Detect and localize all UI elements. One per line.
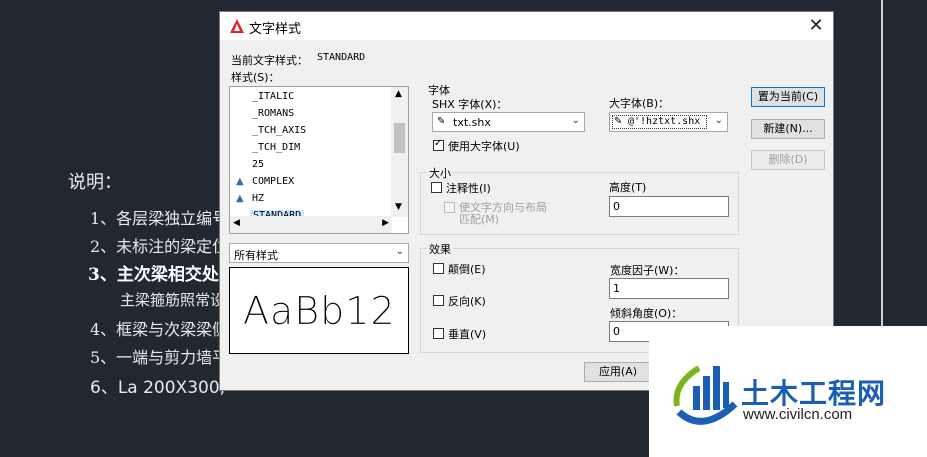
vertical-checkbox[interactable] [433, 328, 444, 339]
shx-font-icon: ✎ [437, 116, 446, 127]
styles-label: 样式(S)： [231, 71, 280, 84]
styles-list[interactable]: _ITALIC _ROMANS _TCH_AXIS _TCH_DIM 25 ▲ … [229, 86, 409, 234]
upside-down-checkbox[interactable] [433, 263, 444, 274]
style-filter-value: 所有样式 [234, 249, 278, 262]
apply-button[interactable]: 应用(A) [584, 362, 652, 382]
oblique-label: 倾斜角度(O)： [610, 307, 683, 320]
big-font-label: 大字体(B)： [609, 97, 670, 110]
style-item[interactable]: 25 [252, 159, 264, 170]
scroll-down-icon[interactable]: ▼ [395, 202, 402, 212]
current-style-label: 当前文字样式： [231, 54, 308, 67]
set-current-button[interactable]: 置为当前(C) [751, 87, 825, 107]
oblique-value: 0 [613, 325, 620, 338]
autocad-logo-icon [230, 19, 244, 33]
size-group-label: 大小 [427, 165, 453, 181]
chevron-down-icon: ⌄ [571, 115, 580, 126]
dialog-titlebar[interactable]: 文字样式 ✕ [220, 12, 833, 40]
annotative-label: 注释性(I) [446, 182, 491, 195]
style-item[interactable]: COMPLEX [252, 176, 294, 187]
drawing-line-3: 3、主次梁相交处， [88, 265, 236, 285]
scroll-up-icon[interactable]: ▲ [395, 89, 402, 99]
width-factor-input[interactable]: 1 [609, 278, 729, 299]
dialog-title: 文字样式 [249, 22, 302, 37]
match-orientation-label-2: 匹配(M) [459, 213, 500, 226]
scroll-thumb[interactable] [394, 123, 405, 153]
preview-text: AaBb12 [243, 289, 396, 333]
width-factor-label: 宽度因子(W)： [610, 264, 685, 277]
drawing-line-1: 1、各层梁独立编号 [90, 209, 229, 228]
watermark-url: www.civilcn.com [743, 406, 853, 423]
backwards-label: 反向(K) [448, 295, 486, 308]
effects-group-label: 效果 [427, 241, 453, 257]
drawing-heading: 说明： [68, 172, 122, 193]
styles-vertical-scrollbar[interactable]: ▲ ▼ [391, 87, 408, 217]
annotative-checkbox[interactable] [431, 182, 442, 193]
big-font-value: @'!hztxt.shx [628, 116, 701, 127]
civilcn-logo-icon [673, 365, 738, 425]
big-font-select[interactable]: ✎ @'!hztxt.shx ⌄ [609, 112, 728, 132]
current-style-value: STANDARD [317, 52, 366, 63]
annotative-icon: ▲ [236, 193, 244, 204]
style-filter-select[interactable]: 所有样式 ⌄ [229, 243, 409, 263]
style-item[interactable]: _ROMANS [252, 108, 294, 119]
style-item[interactable]: HZ [252, 193, 264, 204]
shx-font-label: SHX 字体(X)： [432, 98, 508, 111]
scroll-left-icon[interactable]: ◀ [233, 218, 240, 228]
chevron-down-icon: ⌄ [714, 115, 723, 126]
drawing-line-2: 2、未标注的梁定位 [90, 237, 229, 256]
height-value: 0 [613, 200, 620, 213]
backwards-checkbox[interactable] [433, 295, 444, 306]
style-item[interactable]: _TCH_DIM [252, 142, 300, 153]
match-orientation-checkbox[interactable] [444, 202, 455, 213]
style-item[interactable]: _ITALIC [252, 91, 294, 102]
use-big-font-label: 使用大字体(U) [448, 140, 520, 153]
shx-font-value: txt.shx [453, 116, 491, 129]
width-factor-value: 1 [613, 282, 620, 295]
styles-horizontal-scrollbar[interactable]: ◀ ▶ [230, 216, 392, 233]
upside-down-label: 颠倒(E) [448, 263, 486, 276]
big-font-icon: ✎ [614, 116, 623, 127]
new-style-button[interactable]: 新建(N)... [751, 119, 825, 139]
shx-font-select[interactable]: ✎ txt.shx ⌄ [432, 112, 585, 132]
watermark-logo: 土木工程网 www.civilcn.com [649, 326, 927, 457]
annotative-icon: ▲ [236, 176, 244, 187]
chevron-down-icon: ⌄ [395, 246, 404, 257]
use-big-font-checkbox[interactable] [433, 138, 444, 151]
close-button[interactable]: ✕ [799, 12, 833, 40]
drawing-line-4: 4、框梁与次梁梁侧 [90, 320, 229, 339]
vertical-label: 垂直(V) [448, 328, 487, 341]
drawing-line-3b: 主梁箍筋照常设 [120, 291, 226, 309]
scroll-right-icon[interactable]: ▶ [382, 218, 389, 228]
drawing-line-6: 6、La 200X300; [90, 378, 226, 398]
style-item[interactable]: _TCH_AXIS [252, 125, 306, 136]
delete-style-button[interactable]: 删除(D) [751, 150, 825, 170]
preview-box: AaBb12 [229, 267, 409, 354]
height-label: 高度(T) [609, 181, 647, 194]
height-input[interactable]: 0 [609, 196, 729, 217]
